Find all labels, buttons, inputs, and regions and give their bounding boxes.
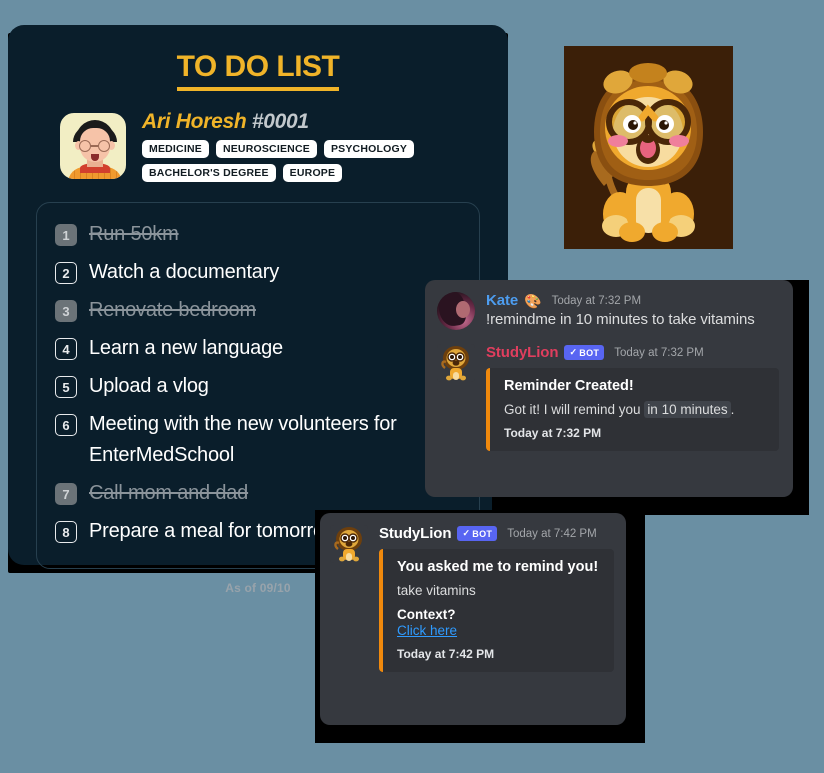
task-label: Run 50km [89,223,179,245]
task-number-badge: 3 [55,300,77,322]
task-number-badge: 6 [55,414,77,436]
embed-inline-code: in 10 minutes [644,401,731,418]
profile-tag: PSYCHOLOGY [323,140,415,158]
task-number-badge: 8 [55,521,77,543]
studylion-avatar-icon[interactable] [330,525,368,563]
profile-name-line: Ari Horesh #0001 [142,110,414,134]
profile-id: #0001 [251,110,309,133]
todo-title-text: TO DO LIST [176,50,340,91]
embed-subheading: Context? [397,607,456,622]
bot-badge-label: BOT [472,528,493,539]
chat-message: StudyLion ✓ BOT Today at 7:32 PM Reminder… [437,344,779,451]
check-icon: ✓ [569,347,578,357]
task-row[interactable]: 7 Call mom and dad [55,478,461,509]
task-number-badge: 7 [55,483,77,505]
profile-tag: EUROPE [282,164,343,182]
message-timestamp: Today at 7:32 PM [614,346,704,359]
message-author[interactable]: StudyLion [379,525,452,542]
embed-desc-after: . [730,402,735,417]
task-row[interactable]: 1 Run 50km [55,219,461,250]
studylion-avatar-icon[interactable] [437,344,475,382]
task-number-badge: 4 [55,338,77,360]
chat-message: Kate 🎨 Today at 7:32 PM !remindme in 10 … [437,292,779,330]
embed-card: You asked me to remind you! take vitamin… [379,549,614,672]
studylion-mascot-icon [564,46,733,249]
chat-panel-reminder-fired: StudyLion ✓ BOT Today at 7:42 PM You aske… [320,513,626,725]
chat-message: StudyLion ✓ BOT Today at 7:42 PM You aske… [330,525,614,672]
message-text: !remindme in 10 minutes to take vitamins [486,311,755,328]
profile-tag: NEUROSCIENCE [215,140,317,158]
task-row[interactable]: 3 Renovate bedroom [55,295,461,326]
task-label: Call mom and dad [89,482,249,504]
message-timestamp: Today at 7:42 PM [507,527,597,540]
message-timestamp: Today at 7:32 PM [551,294,642,307]
profile-tag-row-1: MEDICINE NEUROSCIENCE PSYCHOLOGY [142,140,415,158]
profile-header: Ari Horesh #0001 MEDICINE NEUROSCIENCE P… [8,84,508,182]
embed-title: Reminder Created! [504,378,634,394]
embed-description: Got it! I will remind you in 10 minutes. [504,401,767,418]
task-label: Watch a documentary [89,261,279,283]
task-label: Renovate bedroom [89,299,256,321]
task-row[interactable]: 5 Upload a vlog [55,371,461,402]
task-label: Learn a new language [89,337,283,359]
bot-badge-label: BOT [579,347,600,358]
task-number-badge: 1 [55,224,77,246]
bot-badge: ✓ BOT [457,526,498,541]
embed-footer-timestamp: Today at 7:42 PM [397,647,495,661]
task-number-badge: 2 [55,262,77,284]
task-label: Meeting with the new volunteers for Ente… [89,413,397,466]
message-author[interactable]: Kate [486,292,518,309]
task-row[interactable]: 2 Watch a documentary [55,257,461,288]
check-icon: ✓ [462,528,471,538]
profile-tag: BACHELOR'S DEGREE [142,164,276,182]
profile-name: Ari Horesh [142,110,247,133]
person-avatar-icon [58,111,128,181]
embed-title: You asked me to remind you! [397,559,599,575]
bot-badge: ✓ BOT [564,345,605,360]
profile-tag: MEDICINE [142,140,209,158]
task-label: Prepare a meal for tomorrow [89,520,339,542]
embed-footer-timestamp: Today at 7:32 PM [504,426,602,440]
palette-emoji-icon: 🎨 [524,292,542,309]
embed-card: Reminder Created! Got it! I will remind … [486,368,779,451]
page-title: TO DO LIST [8,25,508,91]
task-label: Upload a vlog [89,375,209,397]
task-row[interactable]: 6 Meeting with the new volunteers for En… [55,409,461,471]
task-row[interactable]: 4 Learn a new language [55,333,461,364]
profile-tag-row-2: BACHELOR'S DEGREE EUROPE [142,164,414,182]
embed-desc-before: Got it! I will remind you [504,402,641,417]
chat-panel-reminder-created: Kate 🎨 Today at 7:32 PM !remindme in 10 … [425,280,793,497]
message-author[interactable]: StudyLion [486,344,559,361]
embed-context-link[interactable]: Click here [397,623,602,638]
embed-description: take vitamins [397,583,476,598]
kate-avatar-icon[interactable] [437,292,475,330]
task-number-badge: 5 [55,376,77,398]
